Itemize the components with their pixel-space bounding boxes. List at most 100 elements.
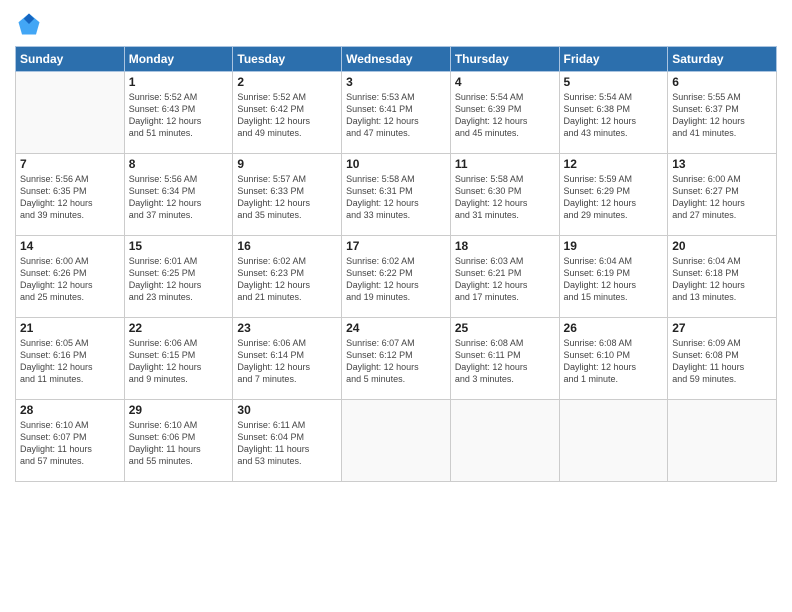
week-row-1: 1 Sunrise: 5:52 AMSunset: 6:43 PMDaylight… <box>16 72 777 154</box>
logo <box>15 10 47 38</box>
calendar-cell: 21Sunrise: 6:05 AMSunset: 6:16 PMDayligh… <box>16 318 125 400</box>
calendar-cell <box>16 72 125 154</box>
day-number: 12 <box>564 157 664 171</box>
day-number: 4 <box>455 75 555 89</box>
day-number: 8 <box>129 157 229 171</box>
calendar-cell: 27 Sunrise: 6:09 AMSunset: 6:08 PMDayligh… <box>668 318 777 400</box>
day-number: 9 <box>237 157 337 171</box>
day-info: Sunrise: 5:58 AMSunset: 6:30 PMDaylight:… <box>455 173 555 222</box>
day-info: Sunrise: 5:53 AMSunset: 6:41 PMDaylight:… <box>346 91 446 140</box>
day-number: 6 <box>672 75 772 89</box>
calendar-cell <box>450 400 559 482</box>
day-info: Sunrise: 5:52 AMSunset: 6:42 PMDaylight:… <box>237 91 337 140</box>
day-number: 7 <box>20 157 120 171</box>
day-info: Sunrise: 6:11 AMSunset: 6:04 PMDaylight:… <box>237 419 337 468</box>
day-info: Sunrise: 5:54 AMSunset: 6:38 PMDaylight:… <box>564 91 664 140</box>
day-number: 5 <box>564 75 664 89</box>
page-container: SundayMondayTuesdayWednesdayThursdayFrid… <box>0 0 792 492</box>
day-number: 15 <box>129 239 229 253</box>
calendar-cell: 3 Sunrise: 5:53 AMSunset: 6:41 PMDaylight… <box>342 72 451 154</box>
day-number: 17 <box>346 239 446 253</box>
day-info: Sunrise: 5:52 AMSunset: 6:43 PMDaylight:… <box>129 91 229 140</box>
day-number: 26 <box>564 321 664 335</box>
day-number: 25 <box>455 321 555 335</box>
day-info: Sunrise: 6:06 AMSunset: 6:14 PMDaylight:… <box>237 337 337 386</box>
day-number: 27 <box>672 321 772 335</box>
day-number: 3 <box>346 75 446 89</box>
day-info: Sunrise: 6:10 AMSunset: 6:06 PMDaylight:… <box>129 419 229 468</box>
day-info: Sunrise: 5:56 AMSunset: 6:35 PMDaylight:… <box>20 173 120 222</box>
day-number: 19 <box>564 239 664 253</box>
day-info: Sunrise: 5:54 AMSunset: 6:39 PMDaylight:… <box>455 91 555 140</box>
calendar-cell: 26 Sunrise: 6:08 AMSunset: 6:10 PMDayligh… <box>559 318 668 400</box>
day-info: Sunrise: 6:05 AMSunset: 6:16 PMDaylight:… <box>20 337 120 386</box>
calendar-cell: 18 Sunrise: 6:03 AMSunset: 6:21 PMDayligh… <box>450 236 559 318</box>
calendar-cell <box>668 400 777 482</box>
calendar-cell: 20 Sunrise: 6:04 AMSunset: 6:18 PMDayligh… <box>668 236 777 318</box>
calendar-cell: 16 Sunrise: 6:02 AMSunset: 6:23 PMDayligh… <box>233 236 342 318</box>
day-info: Sunrise: 6:08 AMSunset: 6:10 PMDaylight:… <box>564 337 664 386</box>
week-row-2: 7 Sunrise: 5:56 AMSunset: 6:35 PMDaylight… <box>16 154 777 236</box>
weekday-header-tuesday: Tuesday <box>233 47 342 72</box>
calendar-cell: 23 Sunrise: 6:06 AMSunset: 6:14 PMDayligh… <box>233 318 342 400</box>
day-info: Sunrise: 6:08 AMSunset: 6:11 PMDaylight:… <box>455 337 555 386</box>
day-info: Sunrise: 6:02 AMSunset: 6:22 PMDaylight:… <box>346 255 446 304</box>
day-number: 1 <box>129 75 229 89</box>
day-info: Sunrise: 6:09 AMSunset: 6:08 PMDaylight:… <box>672 337 772 386</box>
weekday-header-wednesday: Wednesday <box>342 47 451 72</box>
calendar-cell: 17 Sunrise: 6:02 AMSunset: 6:22 PMDayligh… <box>342 236 451 318</box>
day-info: Sunrise: 5:55 AMSunset: 6:37 PMDaylight:… <box>672 91 772 140</box>
day-info: Sunrise: 6:04 AMSunset: 6:18 PMDaylight:… <box>672 255 772 304</box>
calendar-cell: 29 Sunrise: 6:10 AMSunset: 6:06 PMDayligh… <box>124 400 233 482</box>
calendar-cell: 8 Sunrise: 5:56 AMSunset: 6:34 PMDaylight… <box>124 154 233 236</box>
day-number: 23 <box>237 321 337 335</box>
day-number: 16 <box>237 239 337 253</box>
day-info: Sunrise: 5:58 AMSunset: 6:31 PMDaylight:… <box>346 173 446 222</box>
day-info: Sunrise: 6:00 AMSunset: 6:27 PMDaylight:… <box>672 173 772 222</box>
weekday-header-sunday: Sunday <box>16 47 125 72</box>
calendar-cell: 19 Sunrise: 6:04 AMSunset: 6:19 PMDayligh… <box>559 236 668 318</box>
calendar-cell: 14 Sunrise: 6:00 AMSunset: 6:26 PMDayligh… <box>16 236 125 318</box>
weekday-header-row: SundayMondayTuesdayWednesdayThursdayFrid… <box>16 47 777 72</box>
day-number: 18 <box>455 239 555 253</box>
calendar-cell: 30 Sunrise: 6:11 AMSunset: 6:04 PMDayligh… <box>233 400 342 482</box>
calendar-cell: 9Sunrise: 5:57 AMSunset: 6:33 PMDaylight… <box>233 154 342 236</box>
calendar-cell: 4 Sunrise: 5:54 AMSunset: 6:39 PMDaylight… <box>450 72 559 154</box>
day-number: 13 <box>672 157 772 171</box>
calendar-cell <box>342 400 451 482</box>
calendar-cell: 7 Sunrise: 5:56 AMSunset: 6:35 PMDaylight… <box>16 154 125 236</box>
day-number: 30 <box>237 403 337 417</box>
day-number: 11 <box>455 157 555 171</box>
calendar-cell: 24 Sunrise: 6:07 AMSunset: 6:12 PMDayligh… <box>342 318 451 400</box>
calendar-cell: 12Sunrise: 5:59 AMSunset: 6:29 PMDayligh… <box>559 154 668 236</box>
calendar-cell: 28 Sunrise: 6:10 AMSunset: 6:07 PMDayligh… <box>16 400 125 482</box>
day-info: Sunrise: 6:06 AMSunset: 6:15 PMDaylight:… <box>129 337 229 386</box>
day-number: 28 <box>20 403 120 417</box>
calendar-cell: 5 Sunrise: 5:54 AMSunset: 6:38 PMDaylight… <box>559 72 668 154</box>
header <box>15 10 777 38</box>
calendar-cell: 10Sunrise: 5:58 AMSunset: 6:31 PMDayligh… <box>342 154 451 236</box>
day-info: Sunrise: 6:00 AMSunset: 6:26 PMDaylight:… <box>20 255 120 304</box>
logo-icon <box>15 10 43 38</box>
day-number: 29 <box>129 403 229 417</box>
calendar-cell: 1 Sunrise: 5:52 AMSunset: 6:43 PMDaylight… <box>124 72 233 154</box>
calendar-cell: 2 Sunrise: 5:52 AMSunset: 6:42 PMDaylight… <box>233 72 342 154</box>
calendar-cell: 22 Sunrise: 6:06 AMSunset: 6:15 PMDayligh… <box>124 318 233 400</box>
day-number: 2 <box>237 75 337 89</box>
day-number: 14 <box>20 239 120 253</box>
day-number: 20 <box>672 239 772 253</box>
calendar-cell: 15Sunrise: 6:01 AMSunset: 6:25 PMDayligh… <box>124 236 233 318</box>
day-info: Sunrise: 6:03 AMSunset: 6:21 PMDaylight:… <box>455 255 555 304</box>
week-row-5: 28 Sunrise: 6:10 AMSunset: 6:07 PMDayligh… <box>16 400 777 482</box>
calendar-cell: 25 Sunrise: 6:08 AMSunset: 6:11 PMDayligh… <box>450 318 559 400</box>
day-number: 22 <box>129 321 229 335</box>
day-info: Sunrise: 6:02 AMSunset: 6:23 PMDaylight:… <box>237 255 337 304</box>
week-row-4: 21Sunrise: 6:05 AMSunset: 6:16 PMDayligh… <box>16 318 777 400</box>
day-info: Sunrise: 6:04 AMSunset: 6:19 PMDaylight:… <box>564 255 664 304</box>
day-info: Sunrise: 5:56 AMSunset: 6:34 PMDaylight:… <box>129 173 229 222</box>
day-number: 24 <box>346 321 446 335</box>
weekday-header-thursday: Thursday <box>450 47 559 72</box>
day-info: Sunrise: 6:10 AMSunset: 6:07 PMDaylight:… <box>20 419 120 468</box>
calendar-cell <box>559 400 668 482</box>
day-info: Sunrise: 6:07 AMSunset: 6:12 PMDaylight:… <box>346 337 446 386</box>
